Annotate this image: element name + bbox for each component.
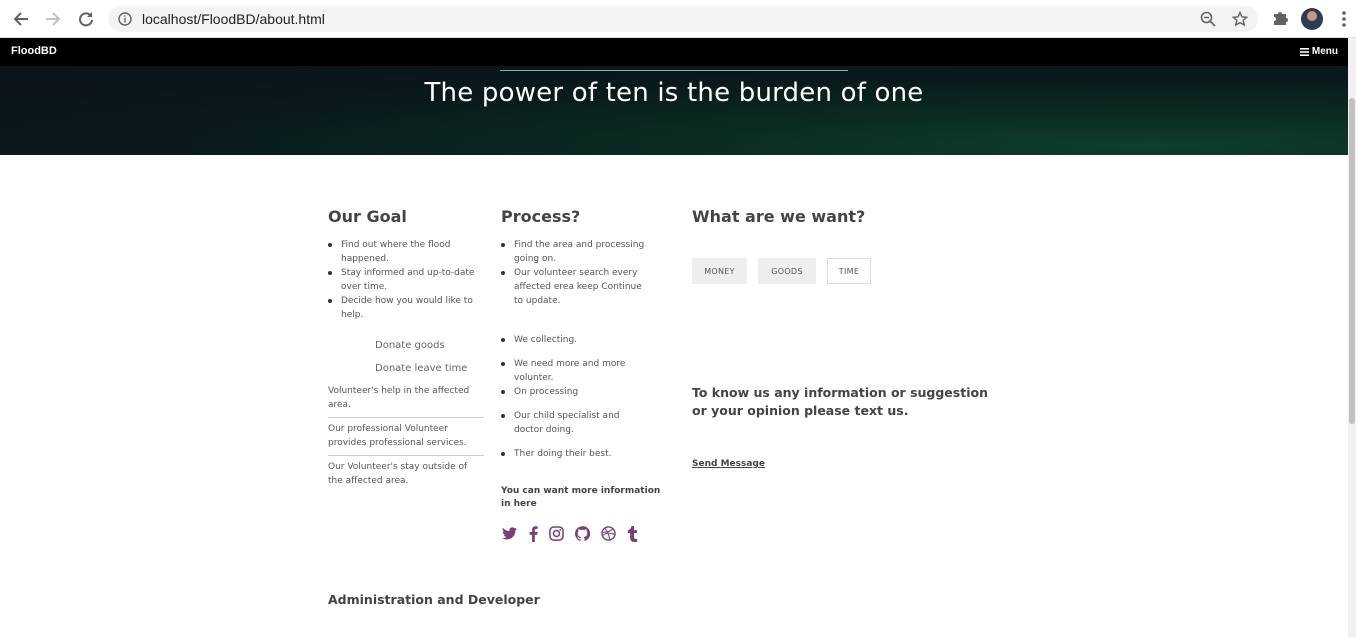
instagram-link[interactable] <box>548 525 564 542</box>
want-heading: What are we want? <box>692 207 866 226</box>
more-info-text: You can want more information in here <box>501 486 661 509</box>
hero-divider <box>500 70 848 71</box>
back-button[interactable] <box>10 9 32 29</box>
admin-heading: Administration and Developer <box>328 592 540 607</box>
process-list-top: Find the area and processing going on. O… <box>501 238 651 308</box>
github-link[interactable] <box>574 525 590 542</box>
github-icon <box>574 526 590 541</box>
money-button[interactable]: MONEY <box>692 258 747 284</box>
profile-avatar[interactable] <box>1301 8 1323 30</box>
back-arrow-icon <box>13 12 28 26</box>
url-text[interactable]: localhost/FloodBD/about.html <box>142 11 325 27</box>
tumblr-link[interactable] <box>624 525 640 542</box>
reload-button[interactable] <box>75 9 97 29</box>
more-menu-icon[interactable] <box>1338 10 1350 28</box>
goal-list: Find out where the flood happened. Stay … <box>328 238 478 322</box>
list-item: Our volunteer search every affected erea… <box>501 266 651 308</box>
tumblr-icon <box>627 525 637 542</box>
menu-label: Menu <box>1311 46 1338 57</box>
goal-divider <box>328 455 484 456</box>
list-item: We collecting. <box>501 333 651 347</box>
list-item: Ther doing their best. <box>501 447 651 461</box>
site-navbar: FloodBD Menu <box>0 38 1348 66</box>
time-button[interactable]: TIME <box>827 258 871 284</box>
extensions-puzzle-icon[interactable] <box>1271 9 1289 27</box>
goods-button[interactable]: GOODS <box>758 258 816 284</box>
process-list-bottom: We collecting. We need more and more vol… <box>501 333 651 461</box>
list-item: Find out where the flood happened. <box>328 238 478 266</box>
brand-logo-text[interactable]: FloodBD <box>11 45 57 57</box>
scrollbar-thumb[interactable] <box>1349 98 1355 424</box>
info-icon[interactable] <box>118 12 132 26</box>
goal-paragraph: Volunteer's help in the affected area. <box>328 386 470 410</box>
twitter-link[interactable] <box>501 525 517 542</box>
goal-paragraph: Our professional Volunteer provides prof… <box>328 424 467 448</box>
hero-title: The power of ten is the burden of one <box>424 78 924 108</box>
zoom-icon[interactable] <box>1200 11 1216 27</box>
process-heading: Process? <box>501 207 581 226</box>
list-item: Decide how you would like to help. <box>328 294 478 322</box>
list-item: We need more and more volunter. <box>501 357 651 385</box>
list-item: Stay informed and up-to-date over time. <box>328 266 478 294</box>
donate-goods-link[interactable]: Donate goods <box>375 339 445 353</box>
dribbble-icon <box>600 526 616 541</box>
address-bar[interactable]: localhost/FloodBD/about.html <box>108 6 1258 32</box>
twitter-icon <box>501 527 517 540</box>
goal-paragraph: Our Volunteer's stay outside of the affe… <box>328 462 468 486</box>
facebook-icon <box>529 525 538 542</box>
menu-button[interactable]: Menu <box>1299 46 1338 57</box>
instagram-icon <box>548 526 564 541</box>
facebook-link[interactable] <box>525 525 541 542</box>
list-item: On processing <box>501 385 651 399</box>
reload-icon <box>79 12 93 27</box>
page-scrollbar[interactable] <box>1348 38 1356 637</box>
dribbble-link[interactable] <box>600 525 616 542</box>
forward-button[interactable] <box>42 9 64 29</box>
browser-toolbar: localhost/FloodBD/about.html <box>0 0 1356 38</box>
list-item: Find the area and processing going on. <box>501 238 651 266</box>
hero-banner: The power of ten is the burden of one <box>0 66 1348 155</box>
goal-heading: Our Goal <box>328 207 407 226</box>
contact-text: To know us any information or suggestion… <box>692 385 988 418</box>
donate-time-link[interactable]: Donate leave time <box>375 362 467 376</box>
hamburger-icon <box>1299 47 1309 56</box>
list-item: Our child specialist and doctor doing. <box>501 409 651 437</box>
goal-divider <box>328 417 484 418</box>
send-message-link[interactable]: Send Message <box>692 459 765 469</box>
forward-arrow-icon <box>46 12 61 26</box>
bookmark-star-icon[interactable] <box>1232 11 1248 27</box>
